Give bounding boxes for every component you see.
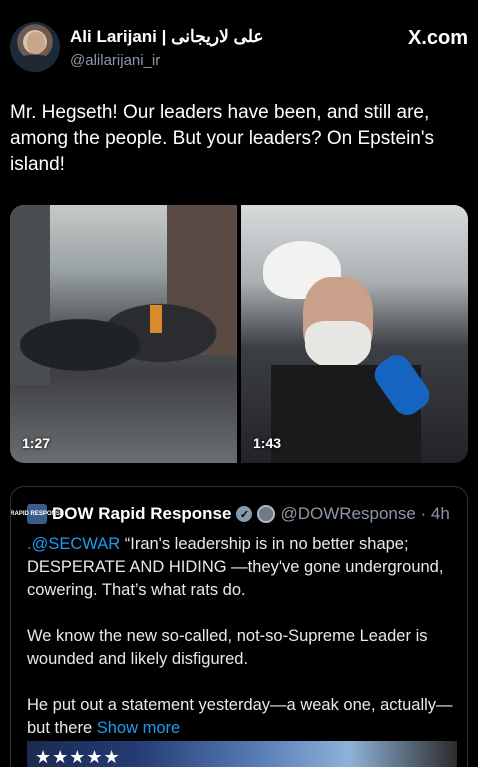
quoted-header: RAPID RESPONSE DOW Rapid Response ✓ @DOW… [11, 503, 450, 525]
flag-orange [150, 305, 162, 333]
mention-link[interactable]: .@SECWAR [27, 535, 120, 553]
video-thumbnail-2[interactable]: 1:43 [241, 205, 468, 463]
crowd-silhouettes [20, 285, 220, 405]
quoted-tweet[interactable]: RAPID RESPONSE DOW Rapid Response ✓ @DOW… [10, 486, 468, 767]
tweet-header: Ali Larijani | علی لاریجانی @alilarijani… [10, 20, 468, 76]
author-handle[interactable]: @alilarijani_ir [70, 52, 160, 69]
quoted-text-3: He put out a statement yesterday—a weak … [27, 696, 453, 737]
verified-badge-icon: ✓ [236, 506, 253, 522]
stars-decoration: ★★★★★ [35, 747, 121, 767]
media-grid: 1:27 1:43 [10, 205, 468, 463]
quoted-author-name[interactable]: DOW Rapid Response [52, 504, 231, 524]
video-duration-2: 1:43 [253, 435, 282, 451]
quoted-body: .@SECWAR “Iran's leadership is in no bet… [27, 533, 457, 763]
quoted-avatar-logo[interactable]: RAPID RESPONSE [11, 504, 64, 524]
author-name[interactable]: Ali Larijani | علی لاریجانی [70, 27, 263, 47]
show-more-link[interactable]: Show more [97, 719, 180, 737]
author-avatar[interactable] [10, 22, 60, 72]
beard-shape [305, 321, 371, 369]
quoted-paragraph-1: .@SECWAR “Iran's leadership is in no bet… [27, 533, 457, 602]
quoted-paragraph-2: We know the new so-called, not-so-Suprem… [27, 627, 428, 668]
quoted-handle-time[interactable]: @DOWResponse · 4h [280, 504, 449, 524]
affiliation-seal-icon [257, 505, 276, 523]
quoted-paragraph-3: He put out a statement yesterday—a weak … [27, 694, 457, 740]
video-thumbnail-1[interactable]: 1:27 [10, 205, 237, 463]
quoted-image[interactable]: ★★★★★ [27, 741, 457, 767]
tweet-text: Mr. Hegseth! Our leaders have been, and … [10, 102, 435, 175]
avatar-face [27, 32, 45, 54]
video-duration-1: 1:27 [22, 435, 51, 451]
avatar-suit [16, 55, 54, 72]
x-com-label: X.com [407, 27, 468, 49]
